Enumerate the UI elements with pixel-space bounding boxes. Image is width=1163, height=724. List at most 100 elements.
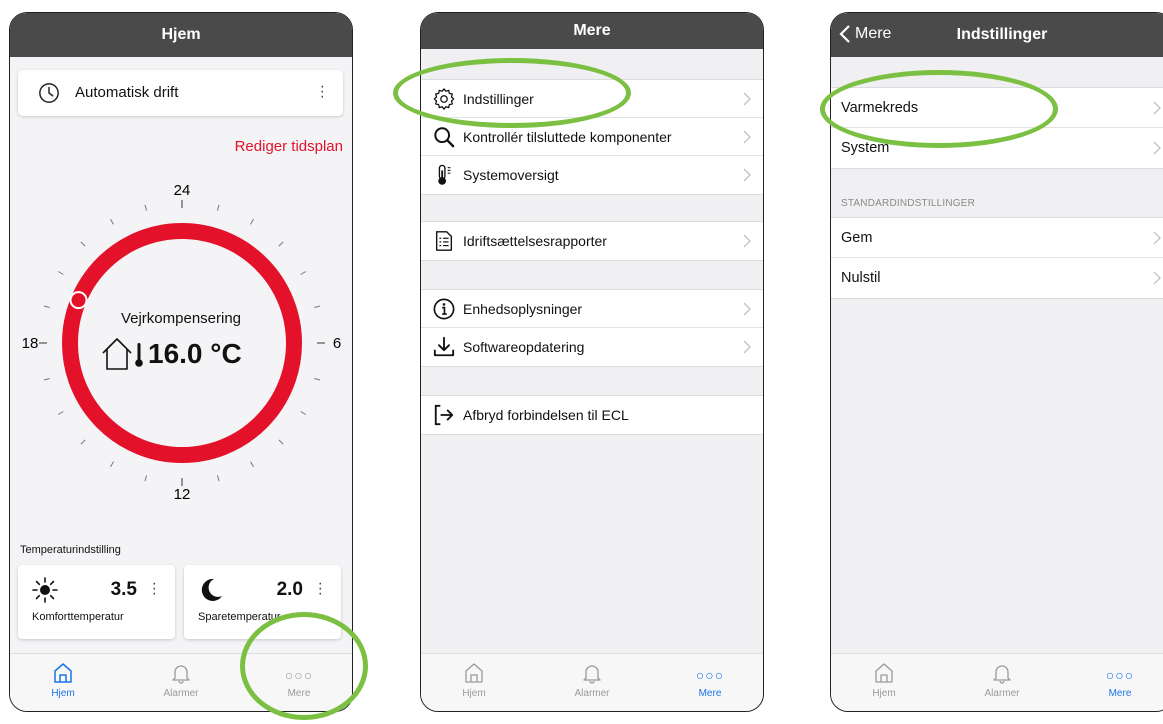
more-screen: Mere Indstillinger Kontrollér tilslutted… bbox=[420, 12, 764, 712]
menu-item-disconnect[interactable]: Afbryd forbindelsen til ECL bbox=[421, 396, 763, 434]
menu-item-system-overview[interactable]: Systemoversigt bbox=[421, 156, 763, 194]
menu-item-device-info[interactable]: Enhedsoplysninger bbox=[421, 290, 763, 328]
dial-tick bbox=[43, 377, 50, 381]
page-title: Indstillinger bbox=[956, 26, 1048, 43]
tab-alarms[interactable]: Alarmer bbox=[141, 662, 221, 699]
dial-tick bbox=[250, 218, 254, 225]
more-options-icon[interactable]: · · · bbox=[152, 576, 157, 602]
dial-tick bbox=[216, 204, 220, 211]
menu-item-label: Systemoversigt bbox=[463, 167, 559, 183]
header-bar: Mere Indstillinger bbox=[831, 13, 1163, 57]
settings-item-label: System bbox=[841, 140, 890, 156]
bell-icon bbox=[583, 665, 601, 684]
more-options-icon[interactable]: · · · bbox=[318, 576, 323, 602]
more-options-icon[interactable]: · · · bbox=[320, 79, 325, 105]
page-title: Mere bbox=[573, 22, 611, 39]
chevron-right-icon bbox=[743, 130, 751, 144]
current-temperature: 16.0 °C bbox=[100, 336, 242, 372]
control-mode-title: Vejrkompensering bbox=[120, 310, 242, 327]
settings-item-label: Varmekreds bbox=[841, 99, 919, 116]
thermometer-icon bbox=[438, 164, 451, 185]
operation-mode-card[interactable]: Automatisk drift · · · bbox=[18, 70, 343, 116]
dial-tick bbox=[57, 411, 64, 415]
clock-icon bbox=[39, 83, 59, 103]
magnifier-icon bbox=[434, 126, 455, 147]
settings-screen: Mere Indstillinger Varmekreds System STA… bbox=[830, 12, 1163, 712]
home-icon bbox=[54, 663, 72, 683]
home-icon bbox=[465, 663, 483, 683]
settings-item-reset[interactable]: Nulstil bbox=[831, 258, 1163, 298]
tab-label: Alarmer bbox=[574, 688, 610, 699]
menu-group: Enhedsoplysninger Softwareopdatering bbox=[421, 289, 763, 367]
dial-tick bbox=[250, 461, 254, 468]
tab-label: Hjem bbox=[462, 688, 486, 699]
dial-tick bbox=[80, 439, 86, 445]
dial-label-top: 24 bbox=[174, 182, 191, 199]
tab-alarms[interactable]: Alarmer bbox=[962, 662, 1042, 699]
dial-tick bbox=[80, 241, 86, 247]
settings-item-system[interactable]: System bbox=[831, 128, 1163, 168]
comfort-temp-card[interactable]: 3.5 · · · Komforttemperatur bbox=[18, 565, 175, 639]
chevron-right-icon bbox=[743, 168, 751, 182]
bell-icon bbox=[993, 665, 1011, 684]
settings-group: Gem Nulstil bbox=[831, 217, 1163, 299]
menu-item-label: Afbryd forbindelsen til ECL bbox=[463, 407, 629, 423]
tab-more[interactable]: ○○○ Mere bbox=[259, 662, 339, 699]
tab-label: Mere bbox=[698, 688, 722, 699]
chevron-right-icon bbox=[1153, 141, 1161, 155]
tab-more[interactable]: ○○○ Mere bbox=[670, 662, 750, 699]
settings-item-heating-circuit[interactable]: Varmekreds bbox=[831, 88, 1163, 128]
chevron-right-icon bbox=[743, 340, 751, 354]
menu-item-commissioning-reports[interactable]: Idriftsættelsesrapporter bbox=[421, 222, 763, 260]
tab-label: Mere bbox=[287, 688, 311, 699]
tab-bar: Hjem Alarmer ○○○ Mere bbox=[831, 653, 1163, 711]
house-icon bbox=[102, 338, 132, 370]
dial-tick bbox=[278, 439, 284, 445]
gear-icon bbox=[433, 87, 455, 110]
tab-label: Alarmer bbox=[163, 688, 199, 699]
operation-mode-label: Automatisk drift bbox=[75, 84, 179, 101]
section-title: Temperaturindstilling bbox=[20, 544, 121, 556]
dial-setpoint-handle bbox=[69, 291, 88, 310]
tab-home[interactable]: Hjem bbox=[23, 662, 103, 699]
chevron-right-icon bbox=[1153, 231, 1161, 245]
menu-group: Idriftsættelsesrapporter bbox=[421, 221, 763, 261]
menu-item-settings[interactable]: Indstillinger bbox=[421, 80, 763, 118]
saving-temp-card[interactable]: 2.0 · · · Sparetemperatur bbox=[184, 565, 341, 639]
tab-home[interactable]: Hjem bbox=[434, 662, 514, 699]
more-dots-icon: ○○○ bbox=[695, 667, 725, 683]
dial-tick bbox=[144, 204, 148, 211]
info-icon bbox=[433, 298, 455, 319]
page-title: Hjem bbox=[161, 26, 201, 43]
settings-item-label: Nulstil bbox=[841, 270, 881, 286]
menu-item-label: Idriftsættelsesrapporter bbox=[463, 233, 607, 249]
dial-tick bbox=[314, 305, 321, 309]
dial-tick bbox=[314, 377, 321, 381]
menu-item-label: Enhedsoplysninger bbox=[463, 300, 583, 317]
edit-schedule-link[interactable]: Rediger tidsplan bbox=[235, 138, 343, 155]
menu-group: Afbryd forbindelsen til ECL bbox=[421, 395, 763, 435]
moon-icon bbox=[201, 578, 222, 601]
chevron-right-icon bbox=[1153, 271, 1161, 285]
tab-more[interactable]: ○○○ Mere bbox=[1080, 662, 1160, 699]
tab-bar: Hjem Alarmer ○○○ Mere bbox=[10, 653, 352, 711]
menu-item-check-components[interactable]: Kontrollér tilsluttede komponenter bbox=[421, 118, 763, 156]
dial-label-bottom: 12 bbox=[174, 486, 191, 503]
comfort-temp-label: Komforttemperatur bbox=[32, 611, 124, 623]
menu-item-label: Kontrollér tilsluttede komponenter bbox=[463, 128, 672, 145]
dial-tick bbox=[110, 461, 114, 468]
menu-item-software-update[interactable]: Softwareopdatering bbox=[421, 328, 763, 366]
tab-label: Hjem bbox=[51, 688, 75, 699]
dial-label-left: 18 bbox=[22, 335, 39, 352]
menu-item-label: Indstillinger bbox=[463, 90, 534, 107]
settings-item-save[interactable]: Gem bbox=[831, 218, 1163, 258]
dial-tick bbox=[216, 475, 220, 482]
tab-alarms[interactable]: Alarmer bbox=[552, 662, 632, 699]
dial-tick bbox=[300, 411, 307, 415]
dial-tick bbox=[300, 271, 307, 275]
bell-icon bbox=[172, 665, 190, 684]
logout-icon bbox=[434, 404, 454, 426]
tab-label: Alarmer bbox=[984, 688, 1020, 699]
dial-tick bbox=[144, 475, 148, 482]
tab-home[interactable]: Hjem bbox=[844, 662, 924, 699]
